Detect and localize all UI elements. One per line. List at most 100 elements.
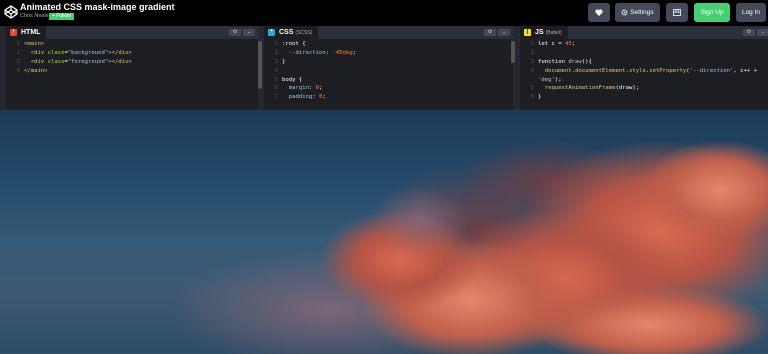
code-line[interactable]: 2 --direction: -45deg; — [264, 49, 513, 58]
code-text: </main> — [24, 67, 48, 76]
code-token: "background" — [67, 49, 109, 56]
code-token: 45 — [564, 41, 572, 47]
code-token: ></div> — [108, 58, 132, 65]
code-line[interactable]: 6 margin: 0; — [264, 84, 513, 93]
code-token: : — [325, 49, 333, 56]
code-token: body { — [282, 76, 303, 83]
js-settings-button[interactable]: ⚙ — [743, 29, 755, 36]
code-text: let c = 45; — [538, 40, 575, 49]
code-token: -45deg — [332, 49, 353, 56]
code-line[interactable]: 4 </main> — [6, 67, 258, 76]
css-code[interactable]: 1:root {2 --direction: -45deg; 3} 4 5 body {… — [264, 40, 513, 110]
code-token: ; — [322, 94, 326, 101]
line-number: 2 — [530, 49, 534, 56]
sign-up-button[interactable]: Sign Up — [694, 3, 730, 22]
tab-html[interactable]: / HTML — [6, 26, 47, 39]
code-text: body { — [282, 76, 302, 85]
code-text: } — [282, 58, 285, 67]
code-text: --direction: -45deg; — [282, 49, 356, 58]
code-line[interactable]: 3 <div class="foreground"></div> — [6, 58, 258, 67]
code-line[interactable]: 2 — [520, 49, 768, 58]
code-text: padding: 0; — [282, 93, 326, 102]
code-line[interactable]: 3 function draw(){ — [520, 58, 768, 67]
tab-html-label: HTML — [21, 29, 41, 36]
line-number: 2 — [274, 49, 278, 56]
settings-label: Settings — [630, 9, 654, 16]
html-settings-button[interactable]: ⚙ — [229, 29, 241, 36]
code-token: : — [308, 85, 316, 92]
gear-icon — [621, 9, 628, 16]
code-text: <div class="foreground"></div> — [24, 58, 132, 67]
layout-icon — [673, 8, 681, 16]
code-token: let c = — [538, 41, 565, 47]
css-scrollbar[interactable] — [511, 41, 515, 63]
tab-js[interactable]: ( JS (Babel) — [520, 26, 568, 39]
code-token: '--direction' — [689, 67, 734, 74]
code-token: :root { — [282, 41, 306, 47]
code-line[interactable]: 1:root { — [264, 40, 513, 49]
settings-button[interactable]: Settings — [615, 3, 660, 22]
tab-js-sub: (Babel) — [545, 29, 562, 36]
line-number: 4 — [530, 67, 534, 74]
code-token: } — [538, 94, 542, 101]
js-code[interactable]: 1 let c = 45; 2 3 function draw(){4 document… — [520, 40, 768, 110]
change-view-button[interactable] — [666, 3, 688, 22]
codepen-logo-icon[interactable] — [4, 5, 18, 19]
line-number: 1 — [530, 41, 534, 47]
tab-css[interactable]: * CSS (SCSS) — [264, 26, 319, 39]
css-collapse-button[interactable]: ⌄ — [498, 29, 510, 36]
log-in-button[interactable]: Log In — [736, 3, 766, 22]
code-text: } — [538, 93, 541, 102]
heart-icon — [595, 9, 603, 16]
code-line[interactable]: 5 body { — [264, 76, 513, 85]
line-number: 6 — [274, 85, 278, 92]
code-token: --direction — [288, 49, 326, 56]
code-line[interactable]: 6} — [520, 93, 768, 102]
html-scrollbar[interactable] — [258, 41, 262, 89]
js-lang-icon: ( — [524, 29, 531, 36]
code-line[interactable]: 1 <main> — [6, 40, 258, 49]
cloud-image — [170, 140, 768, 354]
code-token: 'deg' — [538, 76, 555, 83]
line-number: 3 — [16, 58, 20, 65]
code-token: <div — [30, 49, 48, 56]
html-collapse-button[interactable]: ⌄ — [243, 29, 255, 36]
code-token: ); — [554, 76, 562, 83]
html-code[interactable]: 1 <main> 2 <div class="background"></div> 3… — [6, 40, 258, 110]
pen-title[interactable]: Animated CSS mask-image gradient — [20, 2, 175, 12]
code-line[interactable]: 3} — [264, 58, 513, 67]
heart-button[interactable] — [588, 3, 610, 22]
code-token: ; — [352, 49, 357, 56]
line-number: 5 — [274, 76, 278, 83]
css-settings-button[interactable]: ⚙ — [484, 29, 496, 36]
result-preview[interactable] — [0, 110, 768, 354]
author-name[interactable]: Chris Neale — [20, 13, 49, 19]
code-text: <main> — [24, 40, 44, 49]
code-line[interactable]: 'deg'); — [520, 76, 768, 85]
code-line[interactable]: 4 — [264, 67, 513, 76]
code-token: function — [538, 58, 569, 65]
html-lang-icon: / — [10, 29, 17, 36]
code-line[interactable]: 2 <div class="background"></div> — [6, 49, 258, 58]
code-line[interactable]: 4 document.documentElement.style.setProp… — [520, 67, 768, 76]
code-token: draw — [568, 58, 582, 65]
code-line[interactable]: 5 requestAnimationFrame(draw); — [520, 84, 768, 93]
code-token: ; — [571, 41, 576, 47]
code-line[interactable]: 7 padding: 0; — [264, 93, 513, 102]
code-text: <div class="background"></div> — [24, 49, 132, 58]
editor-area: / HTML ⚙ ⌄ 1 <main> 2 <div class="backgrou… — [0, 26, 768, 110]
css-editor: * CSS (SCSS) ⚙ ⌄ 1:root {2 --direction: … — [264, 26, 515, 110]
js-collapse-button[interactable]: ⌄ — [757, 29, 768, 36]
follow-button[interactable]: + Follow — [49, 13, 74, 20]
code-token: <div — [30, 58, 48, 65]
code-token: </main> — [24, 67, 48, 74]
line-number: 5 — [530, 85, 534, 92]
code-token: document — [544, 67, 572, 74]
code-line[interactable]: 1 let c = 45; — [520, 40, 768, 49]
code-token: ></div> — [108, 49, 132, 56]
code-token: , c++ + — [733, 67, 757, 74]
